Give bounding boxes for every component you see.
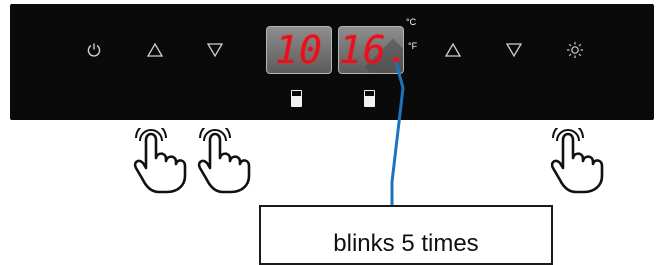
hand-pointer-icon: [133, 128, 187, 194]
callout-text: blinks 5 times: [333, 230, 479, 257]
hand-pointer-icon: [197, 128, 251, 194]
callout-box: blinks 5 times: [259, 205, 553, 265]
hand-pointer-icon: [550, 128, 604, 194]
